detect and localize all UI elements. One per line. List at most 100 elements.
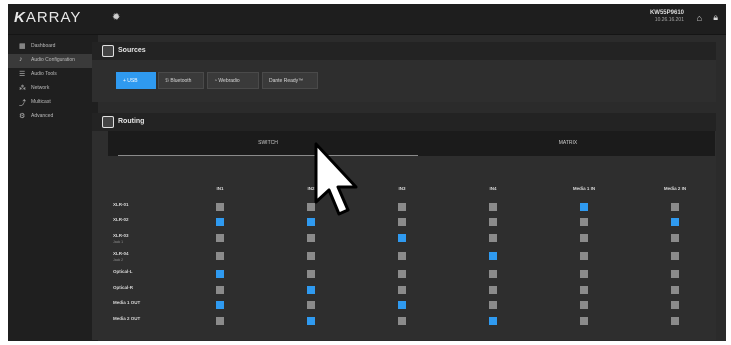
audio-config-icon: ♪ (19, 56, 23, 63)
routing-checkbox[interactable] (580, 301, 588, 309)
routing-checkbox[interactable] (216, 317, 224, 325)
routing-checkbox[interactable] (398, 317, 406, 325)
routing-checkbox[interactable] (580, 218, 588, 226)
home-icon[interactable]: ⌂ (697, 13, 702, 23)
column-header: IN3 (398, 186, 406, 191)
routing-tabs: SWITCH MATRIX (108, 131, 715, 156)
sources-header: Sources (92, 42, 716, 60)
routing-checkbox[interactable] (671, 301, 679, 309)
routing-checkbox[interactable] (671, 218, 679, 226)
multicast-icon: ⤴ (19, 100, 26, 107)
sidebar-item-label: Network (31, 85, 50, 91)
row-sublabel: Jack 2 (113, 258, 124, 262)
settings-gear-icon[interactable]: ✹ (112, 12, 120, 23)
routing-title: Routing (118, 118, 145, 125)
routing-checkbox[interactable] (580, 252, 588, 260)
sidebar-item-dashboard[interactable]: ▦ Dashboard (8, 40, 98, 54)
routing-checkbox[interactable] (216, 252, 224, 260)
routing-checkbox[interactable] (216, 203, 224, 211)
tab-matrix[interactable]: MATRIX (418, 131, 718, 156)
routing-checkbox[interactable] (489, 270, 497, 278)
routing-checkbox[interactable] (216, 301, 224, 309)
source-button-3[interactable]: Dante Ready™ (262, 72, 318, 89)
row-label: XLR-04 (113, 251, 129, 256)
network-icon: ⁂ (19, 85, 26, 92)
sidebar-item-label: Dashboard (31, 43, 56, 49)
sources-icon (102, 45, 114, 57)
row-label: XLR-03 (113, 233, 129, 238)
source-button-1[interactable]: ℬ Bluetooth (158, 72, 204, 89)
row-label: XLR-02 (113, 217, 129, 222)
dashboard-icon: ▦ (19, 43, 26, 50)
routing-checkbox[interactable] (489, 203, 497, 211)
routing-checkbox[interactable] (307, 252, 315, 260)
k-array-logo[interactable]: KARRAY (14, 9, 81, 26)
source-button-0[interactable]: + USB (116, 72, 156, 89)
routing-checkbox[interactable] (580, 203, 588, 211)
routing-checkbox[interactable] (398, 252, 406, 260)
row-sublabel: Jack 1 (113, 240, 124, 244)
routing-checkbox[interactable] (398, 301, 406, 309)
routing-checkbox[interactable] (671, 234, 679, 242)
sidebar-item-label: Audio Tools (31, 71, 57, 77)
column-header: IN4 (489, 186, 497, 191)
device-ip: 10.26.16.201 (654, 17, 684, 23)
routing-checkbox[interactable] (398, 234, 406, 242)
routing-checkbox[interactable] (489, 286, 497, 294)
routing-checkbox[interactable] (307, 317, 315, 325)
routing-checkbox[interactable] (671, 317, 679, 325)
row-label: Media 2 OUT (113, 316, 141, 321)
routing-checkbox[interactable] (489, 301, 497, 309)
row-label: Optical-L (113, 269, 133, 274)
routing-checkbox[interactable] (307, 301, 315, 309)
routing-checkbox[interactable] (216, 234, 224, 242)
routing-checkbox[interactable] (580, 317, 588, 325)
tab-switch[interactable]: SWITCH (118, 131, 418, 156)
sidebar-item-label: Advanced (31, 113, 54, 119)
routing-checkbox[interactable] (580, 270, 588, 278)
routing-checkbox[interactable] (671, 270, 679, 278)
sources-title: Sources (118, 47, 146, 54)
routing-checkbox[interactable] (216, 286, 224, 294)
sidebar-item-audio-tools[interactable]: ☰ Audio Tools (8, 68, 98, 82)
sidebar: ▦ Dashboard ♪ Audio Configuration ☰ Audio Too… (8, 35, 98, 341)
routing-checkbox[interactable] (307, 270, 315, 278)
routing-checkbox[interactable] (489, 234, 497, 242)
routing-checkbox[interactable] (398, 286, 406, 294)
routing-checkbox[interactable] (671, 286, 679, 294)
routing-header: Routing (92, 113, 716, 131)
device-info: KW55P9610 10.26.16.201 (650, 10, 684, 23)
sidebar-item-label: Audio Configuration (31, 57, 75, 63)
routing-checkbox[interactable] (671, 252, 679, 260)
routing-checkbox[interactable] (489, 218, 497, 226)
source-button-2[interactable]: ◔ Webradio (207, 72, 259, 89)
routing-checkbox[interactable] (216, 270, 224, 278)
sidebar-item-network[interactable]: ⁂ Network (8, 82, 98, 96)
routing-checkbox[interactable] (307, 286, 315, 294)
device-name: KW55P9610 (649, 10, 684, 16)
sidebar-item-advanced[interactable]: ⚙ Advanced (8, 110, 98, 124)
sidebar-item-label: Multicast (31, 99, 51, 105)
routing-checkbox[interactable] (398, 218, 406, 226)
routing-icon (102, 116, 114, 128)
row-label: XLR-01 (113, 202, 129, 207)
sidebar-item-multicast[interactable]: ⤴ Multicast (8, 96, 98, 110)
lock-icon[interactable]: 🔒︎ (713, 12, 718, 23)
column-header: Media 2 IN (663, 186, 687, 191)
sidebar-item-audio-configuration[interactable]: ♪ Audio Configuration (8, 54, 98, 68)
routing-checkbox[interactable] (580, 286, 588, 294)
routing-checkbox[interactable] (580, 234, 588, 242)
audio-tools-icon: ☰ (19, 71, 26, 78)
row-label: Optical-R (113, 285, 134, 290)
routing-checkbox[interactable] (489, 317, 497, 325)
row-label: Media 1 OUT (113, 300, 141, 305)
column-header: IN1 (216, 186, 224, 191)
advanced-icon: ⚙ (19, 113, 26, 120)
routing-checkbox[interactable] (307, 234, 315, 242)
routing-checkbox[interactable] (671, 203, 679, 211)
column-header: Media 1 IN (572, 186, 596, 191)
routing-checkbox[interactable] (398, 203, 406, 211)
routing-checkbox[interactable] (398, 270, 406, 278)
routing-checkbox[interactable] (216, 218, 224, 226)
routing-checkbox[interactable] (489, 252, 497, 260)
